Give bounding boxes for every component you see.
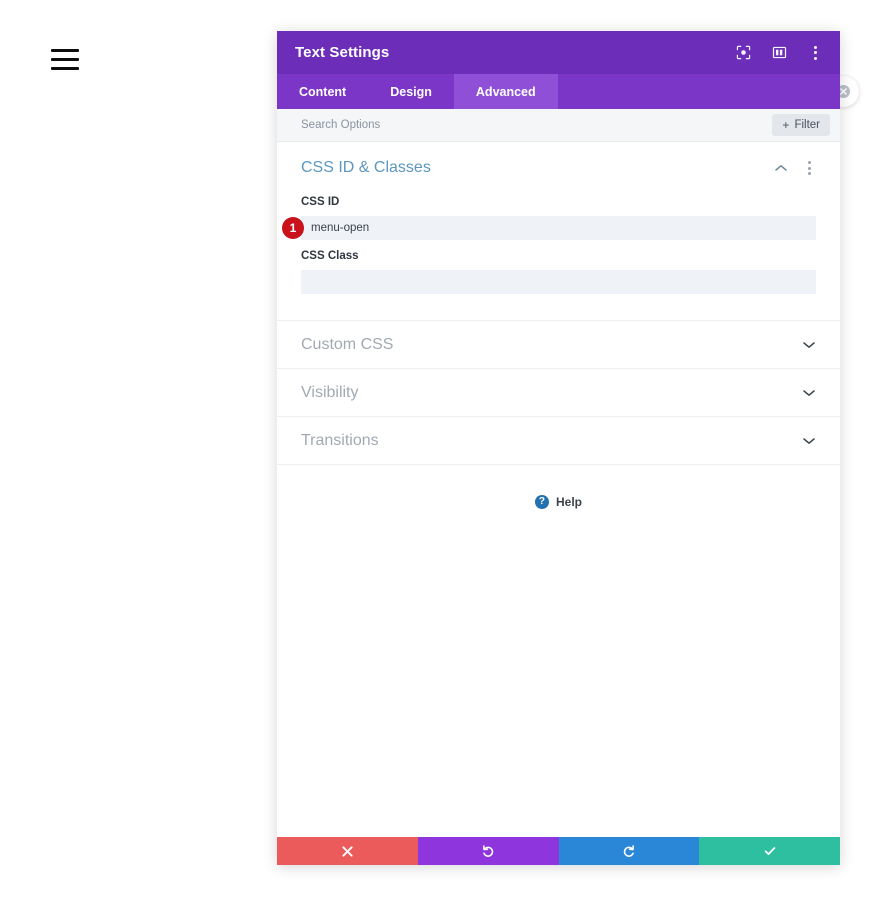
section-title: Transitions — [301, 431, 379, 449]
modal-body: CSS ID & Classes CSS ID 1 menu-open CSS … — [277, 142, 840, 837]
modal-title: Text Settings — [295, 44, 390, 61]
more-options-icon[interactable] — [806, 44, 824, 62]
tab-design[interactable]: Design — [368, 74, 454, 109]
tab-advanced[interactable]: Advanced — [453, 74, 558, 109]
plus-icon: + — [782, 118, 790, 132]
checkmark-icon — [764, 847, 775, 856]
cancel-button[interactable] — [277, 837, 418, 865]
section-css-id-classes: CSS ID & Classes CSS ID 1 menu-open CSS … — [277, 142, 840, 321]
section-header[interactable]: CSS ID & Classes — [301, 142, 816, 186]
tab-content[interactable]: Content — [277, 74, 368, 109]
section-more-options-icon[interactable] — [802, 161, 816, 175]
section-title: Custom CSS — [301, 335, 394, 353]
filter-button-label: Filter — [794, 119, 820, 131]
layout-columns-icon[interactable] — [770, 44, 788, 62]
undo-button[interactable] — [417, 837, 559, 865]
chevron-down-icon[interactable] — [802, 338, 816, 352]
section-transitions[interactable]: Transitions — [277, 417, 840, 465]
modal-tabs: Content Design Advanced — [277, 74, 840, 109]
search-options-input[interactable] — [301, 119, 773, 131]
search-options-row: + Filter — [277, 109, 840, 142]
css-class-label: CSS Class — [301, 250, 359, 262]
chevron-down-icon[interactable] — [802, 386, 816, 400]
modal-footer — [277, 837, 840, 865]
hamburger-bar — [51, 66, 79, 70]
modal-header: Text Settings — [277, 31, 840, 74]
vertical-dots — [807, 161, 811, 175]
section-title: CSS ID & Classes — [301, 159, 431, 176]
text-settings-modal: Text Settings Content Design Advanced Se… — [277, 31, 840, 865]
chevron-down-icon[interactable] — [802, 434, 816, 448]
css-id-label: CSS ID — [301, 196, 340, 208]
header-icon-group — [734, 44, 824, 62]
save-button[interactable] — [699, 837, 840, 865]
undo-icon — [483, 845, 494, 857]
help-icon: ? — [534, 495, 549, 509]
focus-mode-icon[interactable] — [734, 44, 752, 62]
section-visibility[interactable]: Visibility — [277, 369, 840, 417]
hamburger-bar — [51, 57, 79, 61]
help-link[interactable]: ? Help — [277, 465, 840, 509]
section-actions — [774, 161, 816, 175]
redo-icon — [623, 845, 634, 857]
hamburger-bar — [51, 48, 79, 52]
css-id-field-wrap: 1 — [282, 216, 816, 240]
css-id-input[interactable] — [301, 216, 816, 240]
chevron-up-icon[interactable] — [774, 161, 788, 175]
redo-button[interactable] — [558, 837, 700, 865]
page-root: Text Settings Content Design Advanced Se… — [0, 0, 880, 897]
step-badge-1: 1 — [282, 217, 304, 239]
close-icon — [342, 845, 353, 857]
css-class-input[interactable] — [301, 270, 816, 294]
hamburger-menu-icon[interactable] — [51, 45, 79, 73]
filter-button[interactable]: + Filter — [772, 114, 830, 136]
section-custom-css[interactable]: Custom CSS — [277, 321, 840, 369]
css-class-field-wrap — [301, 270, 816, 294]
section-title: Visibility — [301, 383, 359, 401]
vertical-dots — [813, 45, 817, 60]
help-label: Help — [555, 495, 582, 509]
